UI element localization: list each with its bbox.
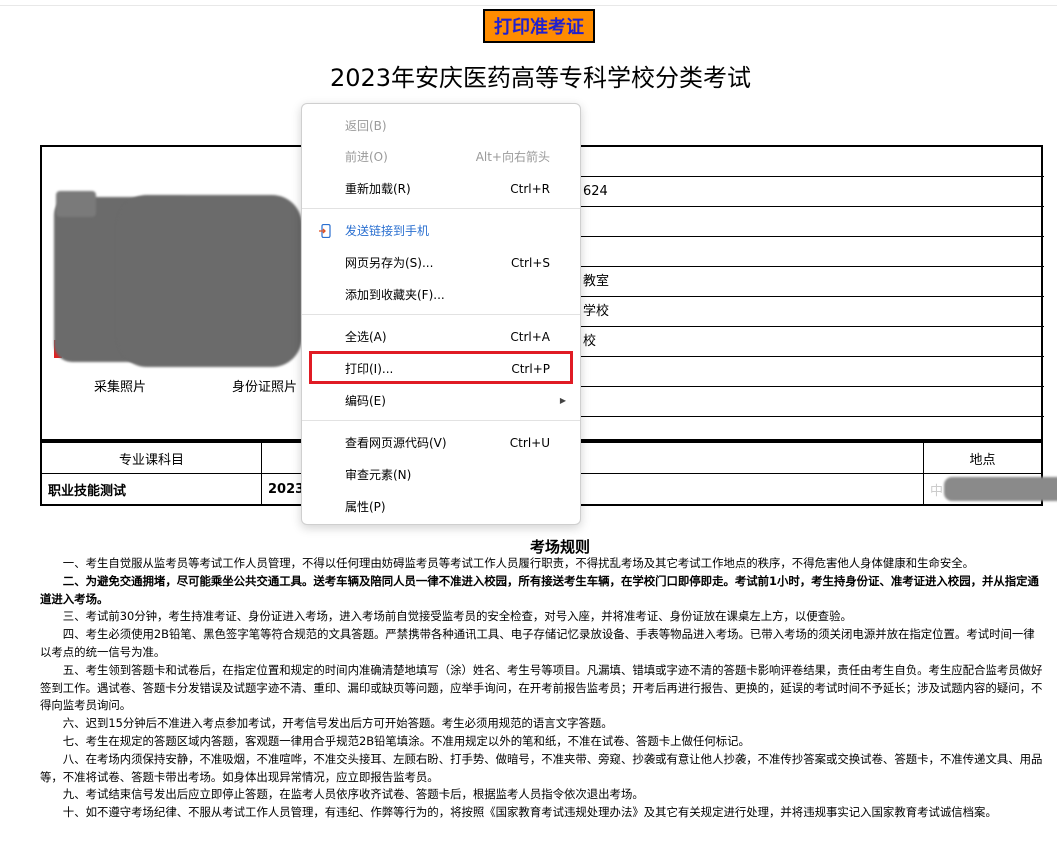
menu-item-label: 全选(A) xyxy=(345,330,387,344)
rule-item: 六、迟到15分钟后不准进入考点参加考试，开考信号发出后方可开始答题。考生必须用规… xyxy=(62,716,613,731)
menu-item-view-source[interactable]: 查看网页源代码(V) Ctrl+U xyxy=(302,428,580,458)
menu-item-back[interactable]: 返回(B) xyxy=(302,111,580,141)
id-photo-redacted-top xyxy=(56,191,96,217)
rule-item: 十、如不遵守考场纪律、不服从考试工作人员管理，有违纪、作弊等行为的，将按照《国家… xyxy=(62,805,997,820)
menu-item-label: 返回(B) xyxy=(345,119,387,133)
rule-item: 五、考生领到答题卡和试卷后，在指定位置和规定的时间内准确清楚地填写（涂）姓名、考… xyxy=(40,662,1043,713)
info-row xyxy=(579,357,1044,387)
info-row xyxy=(579,147,1044,177)
id-photo-label: 身份证照片 xyxy=(232,380,298,395)
info-row: 学校 xyxy=(579,297,1044,327)
menu-item-label: 发送链接到手机 xyxy=(345,224,430,238)
menu-item-label: 编码(E) xyxy=(345,394,386,408)
info-row: 校 xyxy=(579,327,1044,357)
rule-item: 三、考试前30分钟，考生持准考证、身份证进入考场，进入考场前自觉接受监考员的安全… xyxy=(62,609,852,624)
menu-item-send-to-phone[interactable]: 发送链接到手机 xyxy=(302,216,580,246)
submenu-arrow-icon: ▶ xyxy=(559,396,566,405)
menu-item-label: 前进(O) xyxy=(345,150,388,164)
rule-item: 一、考生自觉服从监考员等考试工作人员管理，不得以任何理由妨碍监考员等考试工作人员… xyxy=(62,556,975,570)
menu-item-properties[interactable]: 属性(P) xyxy=(302,492,580,522)
location-redacted xyxy=(944,477,1057,501)
info-row xyxy=(579,387,1044,417)
rule-item: 八、在考场内须保持安静，不准吸烟，不准喧哗，不准交头接耳、左顾右盼、打手势、做暗… xyxy=(40,751,1043,784)
rules-title: 考场规则 xyxy=(529,538,590,556)
info-row xyxy=(579,207,1044,237)
location-header: 地点 xyxy=(923,441,1043,474)
rule-item: 四、考生必须使用2B铅笔、黑色签字笔等符合规范的文具答题。严禁携带各种通讯工具、… xyxy=(40,627,1035,659)
location-cell: 中 xyxy=(923,473,1057,506)
menu-item-reload[interactable]: 重新加载(R) Ctrl+R xyxy=(302,174,580,204)
menu-item-forward[interactable]: 前进(O) Alt+向右箭头 xyxy=(302,142,580,172)
exam-rules: 一、考生自觉服从监考员等考试工作人员管理，不得以任何理由妨碍监考员等考试工作人员… xyxy=(40,555,1045,822)
menu-item-shortcut: Ctrl+A xyxy=(510,330,550,344)
menu-item-label: 添加到收藏夹(F)... xyxy=(345,288,445,302)
browser-context-menu: 返回(B) 前进(O) Alt+向右箭头 重新加载(R) Ctrl+R 发送链接… xyxy=(301,103,581,525)
menu-separator xyxy=(302,420,580,421)
menu-item-shortcut: Ctrl+S xyxy=(510,256,550,270)
candidate-info-rows: 624 教室 学校 校 xyxy=(578,147,1044,439)
menu-item-encoding[interactable]: 编码(E) ▶ xyxy=(302,386,580,416)
menu-item-save-as[interactable]: 网页另存为(S)... Ctrl+S xyxy=(302,248,580,278)
info-row xyxy=(579,237,1044,267)
rule-item: 二、为避免交通拥堵，尽可能乘坐公共交通工具。送考车辆及陪同人员一律不准进入校园，… xyxy=(40,573,1039,606)
menu-item-label: 查看网页源代码(V) xyxy=(345,436,447,450)
page-title: 2023年安庆医药高等专科学校分类考试 xyxy=(329,64,752,92)
menu-item-shortcut: Ctrl+U xyxy=(509,436,550,450)
rule-item: 七、考生在规定的答题区域内答题，客观题一律用合乎规范2B铅笔填涂。不准用规定以外… xyxy=(62,733,750,748)
send-to-phone-icon xyxy=(319,224,331,238)
menu-item-label: 审查元素(N) xyxy=(345,468,412,482)
print-admission-ticket-button[interactable]: 打印准考证 xyxy=(483,9,595,43)
menu-item-label: 重新加载(R) xyxy=(345,182,411,196)
id-photo-redacted xyxy=(117,195,302,367)
menu-separator xyxy=(302,314,580,315)
location-text: 中 xyxy=(930,483,944,499)
subject-header: 专业课科目 xyxy=(40,441,262,474)
info-row: 624 xyxy=(579,177,1044,207)
info-row: 教室 xyxy=(579,267,1044,297)
print-item-highlight-box xyxy=(309,351,573,384)
menu-item-label: 属性(P) xyxy=(345,500,386,514)
capture-photo-label: 采集照片 xyxy=(94,380,147,395)
page-top-border xyxy=(0,5,1057,6)
menu-item-add-favorite[interactable]: 添加到收藏夹(F)... xyxy=(302,280,580,310)
menu-item-shortcut: Alt+向右箭头 xyxy=(475,150,550,164)
menu-item-inspect[interactable]: 审查元素(N) xyxy=(302,460,580,490)
menu-item-select-all[interactable]: 全选(A) Ctrl+A xyxy=(302,322,580,352)
subject-cell: 职业技能测试 xyxy=(40,473,262,506)
menu-item-label: 网页另存为(S)... xyxy=(345,256,434,270)
rule-item: 九、考试结束信号发出后应立即停止答题，在监考人员依序收齐试卷、答题卡后，根据监考… xyxy=(62,787,644,802)
menu-separator xyxy=(302,208,580,209)
menu-item-shortcut: Ctrl+R xyxy=(510,182,550,196)
